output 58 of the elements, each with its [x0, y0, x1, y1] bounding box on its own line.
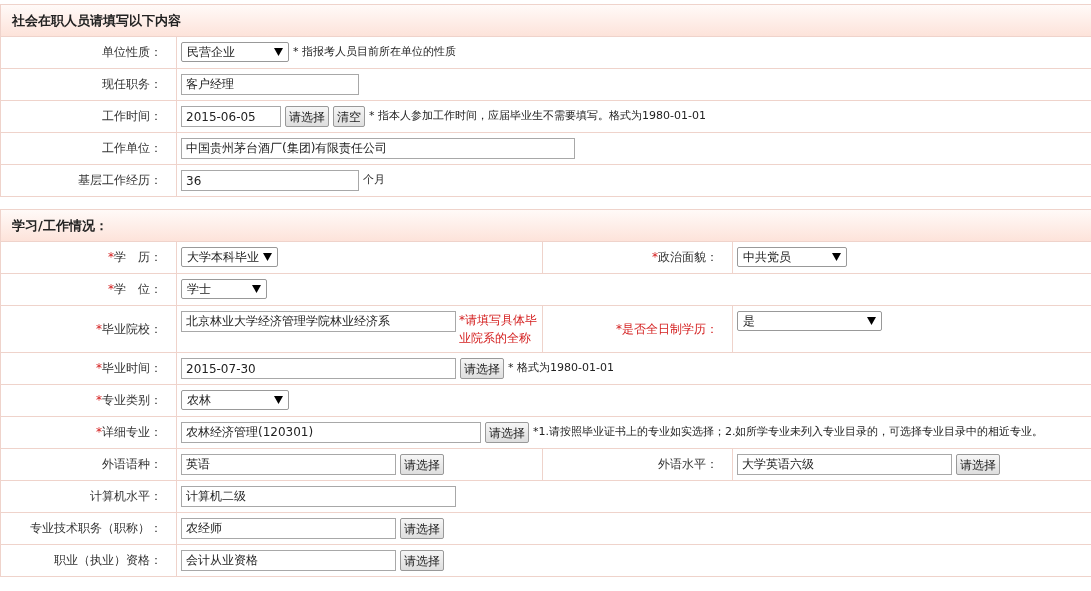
field-label: *学 历：: [108, 249, 162, 266]
field-label: 职业（执业）资格：: [54, 552, 162, 569]
field-label: 工作时间：: [102, 108, 162, 125]
field-label: *学 位：: [108, 281, 162, 298]
field-label: *毕业时间：: [96, 360, 162, 377]
caret-icon: [252, 285, 261, 293]
dropdown[interactable]: 大学本科毕业: [181, 247, 278, 267]
field-label: 外语语种：: [102, 456, 162, 473]
text-field[interactable]: 农经师: [181, 518, 396, 539]
field-label: 现任职务：: [102, 76, 162, 93]
text-field[interactable]: 农林经济管理(120301): [181, 422, 481, 443]
field-note: * 格式为1980-01-01: [508, 360, 614, 376]
field-hint: *请填写具体毕业院系的全称: [459, 312, 538, 347]
text-field[interactable]: 英语: [181, 454, 396, 475]
field-note: * 指报考人员目前所在单位的性质: [293, 44, 456, 60]
text-field[interactable]: 中国贵州茅台酒厂(集团)有限责任公司: [181, 138, 575, 159]
select-button[interactable]: 请选择: [400, 454, 444, 475]
text-field[interactable]: 会计从业资格: [181, 550, 396, 571]
text-field[interactable]: 大学英语六级: [737, 454, 952, 475]
text-field[interactable]: 计算机二级: [181, 486, 456, 507]
caret-icon: [832, 253, 841, 261]
field-label: 单位性质：: [102, 44, 162, 61]
select-button[interactable]: 请选择: [485, 422, 529, 443]
caret-icon: [274, 396, 283, 404]
section-title: 学习/工作情况：: [12, 216, 108, 235]
caret-icon: [867, 317, 876, 325]
dropdown[interactable]: 农林: [181, 390, 289, 410]
select-button[interactable]: 请选择: [400, 518, 444, 539]
field-label: *政治面貌：: [652, 249, 718, 266]
field-note: 个月: [363, 172, 385, 188]
field-label: 外语水平：: [658, 456, 718, 473]
text-field[interactable]: 2015-07-30: [181, 358, 456, 379]
select-button[interactable]: 请选择: [285, 106, 329, 127]
field-label: *毕业院校：: [96, 320, 162, 338]
select-button[interactable]: 请选择: [956, 454, 1000, 475]
select-button[interactable]: 请选择: [460, 358, 504, 379]
field-label: 计算机水平：: [90, 488, 162, 505]
text-field[interactable]: 2015-06-05: [181, 106, 281, 127]
text-field[interactable]: 36: [181, 170, 359, 191]
text-field[interactable]: 北京林业大学经济管理学院林业经济系: [181, 311, 456, 332]
text-field[interactable]: 客户经理: [181, 74, 359, 95]
field-note: *1.请按照毕业证书上的专业如实选择；2.如所学专业未列入专业目录的，可选择专业目录中的相近专业。: [533, 424, 1044, 440]
dropdown[interactable]: 是: [737, 311, 882, 331]
dropdown[interactable]: 学士: [181, 279, 267, 299]
field-label: 工作单位：: [102, 140, 162, 157]
field-label: 专业技术职务（职称）：: [30, 520, 162, 537]
dropdown[interactable]: 民营企业: [181, 42, 289, 62]
dropdown[interactable]: 中共党员: [737, 247, 847, 267]
caret-icon: [263, 253, 272, 261]
section-title: 社会在职人员请填写以下内容: [12, 11, 181, 30]
field-label: *专业类别：: [96, 392, 162, 409]
field-label: *是否全日制学历：: [616, 320, 718, 338]
field-label: *详细专业：: [96, 424, 162, 441]
caret-icon: [274, 48, 283, 56]
select-button[interactable]: 请选择: [400, 550, 444, 571]
select-button[interactable]: 清空: [333, 106, 365, 127]
field-note: * 指本人参加工作时间，应届毕业生不需要填写。格式为1980-01-01: [369, 108, 706, 124]
field-label: 基层工作经历：: [78, 172, 162, 189]
